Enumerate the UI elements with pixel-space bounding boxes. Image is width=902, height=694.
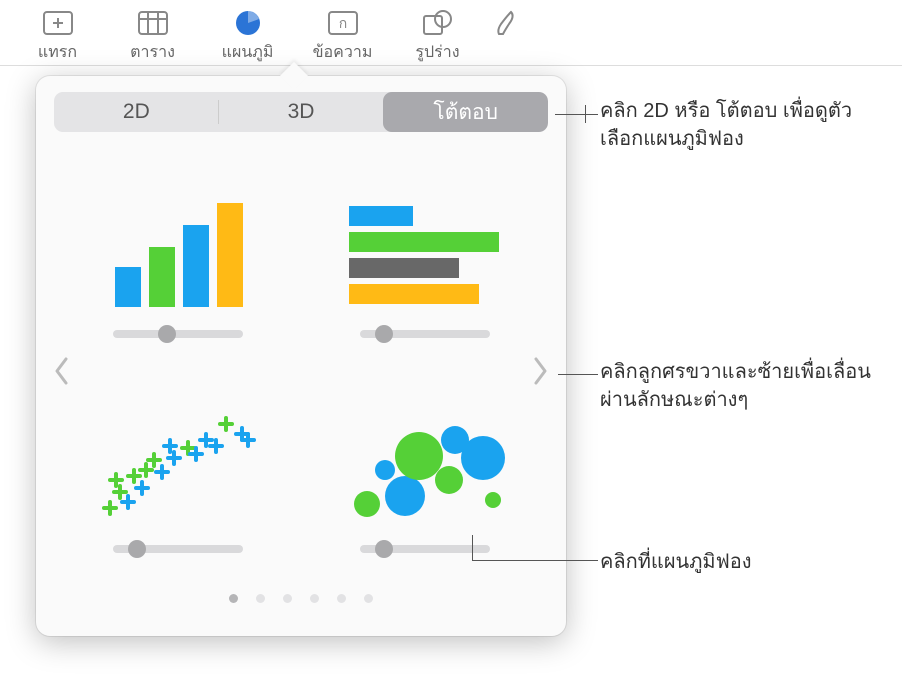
svg-text:ก: ก — [338, 15, 346, 31]
prev-style-button[interactable] — [50, 351, 74, 391]
shape-icon — [421, 8, 455, 38]
toolbar-shape[interactable]: รูปร่าง — [390, 8, 485, 65]
callout-arrows: คลิกลูกศรขวาและซ้ายเพื่อเลื่อนผ่านลักษณะ… — [600, 358, 900, 414]
scatter-chart-icon — [93, 405, 263, 535]
callout-bubble: คลิกที่แผนภูมิฟอง — [600, 548, 752, 576]
bubble-chart-icon — [340, 405, 510, 535]
paint-icon — [488, 8, 522, 38]
page-dot[interactable] — [229, 594, 238, 603]
chart-option-column[interactable] — [83, 190, 273, 338]
callout-line — [472, 560, 598, 561]
pie-chart-icon — [231, 8, 265, 38]
style-slider[interactable] — [113, 545, 243, 553]
main-toolbar: แทรก ตาราง แผนภูมิ ก ข้อความ รูปร่าง — [0, 0, 902, 66]
toolbar-text[interactable]: ก ข้อความ — [295, 8, 390, 65]
chart-popover: 2D 3D โต้ตอบ — [36, 76, 566, 636]
toolbar-label: ข้อความ — [313, 40, 373, 65]
chart-option-scatter[interactable] — [83, 405, 273, 553]
toolbar-label: แทรก — [38, 40, 77, 65]
plus-square-icon — [41, 8, 75, 38]
toolbar-more[interactable] — [485, 8, 525, 65]
style-slider[interactable] — [113, 330, 243, 338]
chart-type-tabs: 2D 3D โต้ตอบ — [54, 92, 548, 132]
toolbar-label: รูปร่าง — [415, 40, 459, 65]
toolbar-label: แผนภูมิ — [222, 40, 274, 65]
callout-line — [558, 374, 598, 375]
page-indicator — [54, 594, 548, 603]
callout-line — [555, 114, 585, 115]
callout-tabs: คลิก 2D หรือ โต้ตอบ เพื่อดูตัวเลือกแผนภู… — [600, 97, 890, 153]
page-dot[interactable] — [337, 594, 346, 603]
page-dot[interactable] — [364, 594, 373, 603]
page-dot[interactable] — [283, 594, 292, 603]
chart-option-bar[interactable] — [330, 190, 520, 338]
tab-3d[interactable]: 3D — [219, 92, 384, 132]
toolbar-table[interactable]: ตาราง — [105, 8, 200, 65]
style-slider[interactable] — [360, 545, 490, 553]
tab-2d[interactable]: 2D — [54, 92, 219, 132]
column-chart-icon — [93, 190, 263, 320]
page-dot[interactable] — [256, 594, 265, 603]
next-style-button[interactable] — [528, 351, 552, 391]
toolbar-label: ตาราง — [130, 40, 175, 65]
callout-line — [472, 535, 473, 560]
bar-chart-icon — [340, 190, 510, 320]
chart-option-bubble[interactable] — [330, 405, 520, 553]
table-icon — [136, 8, 170, 38]
text-box-icon: ก — [326, 8, 360, 38]
toolbar-insert[interactable]: แทรก — [10, 8, 105, 65]
tab-interactive[interactable]: โต้ตอบ — [383, 92, 548, 132]
callout-line — [585, 114, 598, 115]
chart-grid — [54, 156, 548, 586]
page-dot[interactable] — [310, 594, 319, 603]
style-slider[interactable] — [360, 330, 490, 338]
toolbar-chart[interactable]: แผนภูมิ — [200, 8, 295, 65]
